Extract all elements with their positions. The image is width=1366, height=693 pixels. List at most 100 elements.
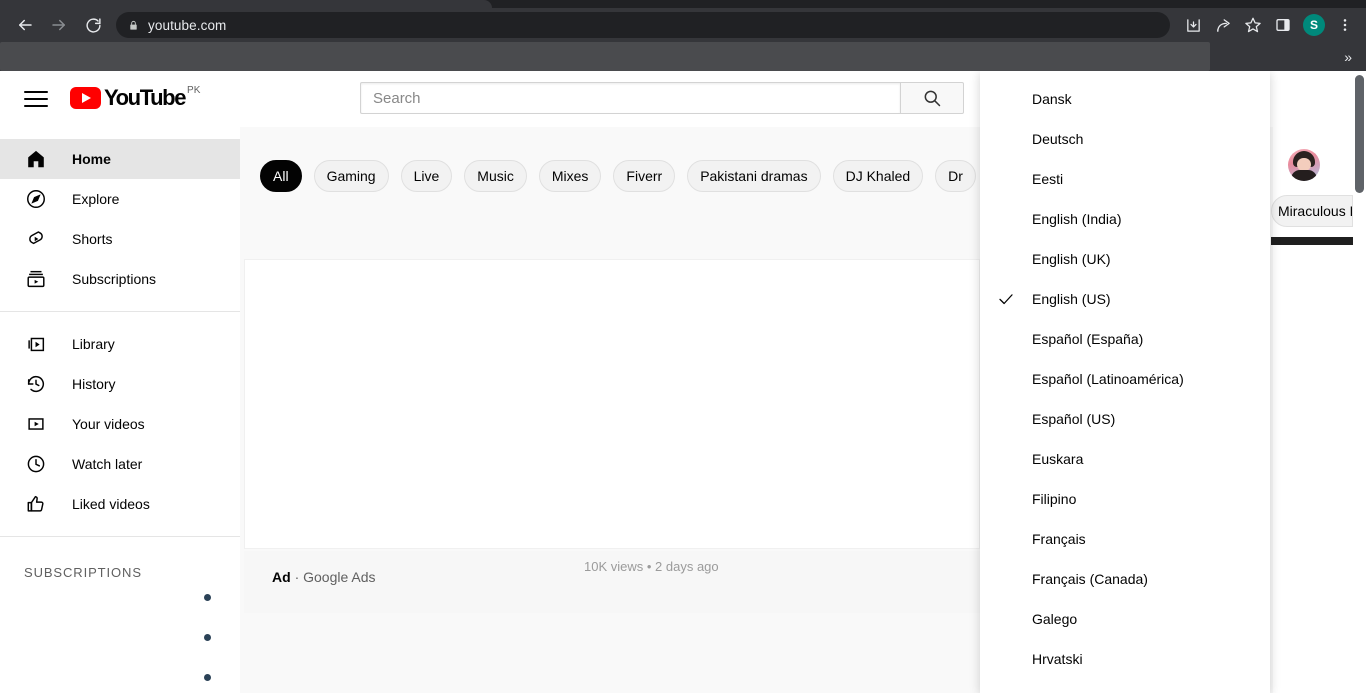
language-option-deutsch[interactable]: Deutsch [980, 119, 1270, 159]
language-option-label: Français (Canada) [1032, 571, 1148, 587]
sidebar-item-label: Explore [72, 191, 120, 207]
bookmark-star-icon[interactable] [1238, 10, 1268, 40]
chip-all[interactable]: All [260, 160, 302, 192]
chip-dr[interactable]: Dr [935, 160, 976, 192]
avatar[interactable] [1288, 149, 1320, 181]
compass-icon [24, 187, 48, 211]
language-option-eesti[interactable]: Eesti [980, 159, 1270, 199]
right-rail: Miraculous L [1271, 127, 1353, 693]
language-option-francais-canada[interactable]: Français (Canada) [980, 559, 1270, 599]
language-option-espanol-espana[interactable]: Español (España) [980, 319, 1270, 359]
chip-live[interactable]: Live [400, 160, 453, 192]
rail-thumbnail-strip [1271, 237, 1353, 245]
language-option-label: English (US) [1032, 291, 1111, 307]
sidebar-item-liked-videos[interactable]: Liked videos [0, 484, 240, 524]
language-option-label: Español (US) [1032, 411, 1116, 427]
youtube-play-icon [70, 87, 101, 109]
chip-mixes[interactable]: Mixes [538, 160, 602, 192]
your-videos-icon [24, 412, 48, 436]
share-icon[interactable] [1208, 10, 1238, 40]
language-option-label: Español (Latinoamérica) [1032, 371, 1184, 387]
page-scrollbar-thumb[interactable] [1355, 75, 1364, 193]
language-option-english-india[interactable]: English (India) [980, 199, 1270, 239]
language-option-francais[interactable]: Français [980, 519, 1270, 559]
hamburger-menu-icon[interactable] [22, 87, 50, 111]
ad-advertiser-name: Google Ads [303, 569, 376, 585]
chip-fiverr[interactable]: Fiverr [613, 160, 676, 192]
language-option-label: English (India) [1032, 211, 1122, 227]
language-option-english-uk[interactable]: English (UK) [980, 239, 1270, 279]
lock-icon [128, 19, 139, 32]
sidebar-item-home[interactable]: Home [0, 139, 240, 179]
three-dot-menu-icon[interactable] [1330, 10, 1360, 40]
language-option-hrvatski[interactable]: Hrvatski [980, 639, 1270, 679]
language-option-english-us[interactable]: English (US) [980, 279, 1270, 319]
address-bar-url: youtube.com [148, 17, 227, 33]
language-option-label: Français [1032, 531, 1086, 547]
sidebar-subscriptions-heading: Subscriptions [24, 565, 142, 580]
avatar-body [1291, 170, 1317, 181]
sidebar-item-label: Shorts [72, 231, 113, 247]
sidebar-item-library[interactable]: Library [0, 324, 240, 364]
sidebar-item-watch-later[interactable]: Watch later [0, 444, 240, 484]
side-panel-icon[interactable] [1268, 10, 1298, 40]
address-bar[interactable]: youtube.com [116, 12, 1170, 38]
bookmarks-overflow-button[interactable]: » [1344, 42, 1352, 71]
sidebar-item-shorts[interactable]: Shorts [0, 219, 240, 259]
reload-button[interactable] [76, 8, 110, 42]
clock-icon [24, 452, 48, 476]
check-icon [996, 289, 1016, 309]
language-option-label: English (UK) [1032, 251, 1111, 267]
sidebar-item-label: Subscriptions [72, 271, 157, 287]
chip-dj-khaled[interactable]: DJ Khaled [832, 160, 924, 192]
chip-music[interactable]: Music [464, 160, 527, 192]
language-option-label: Hrvatski [1032, 651, 1083, 667]
language-option-label: Deutsch [1032, 131, 1084, 147]
forward-button[interactable] [42, 8, 76, 42]
browser-profile-avatar[interactable]: S [1303, 14, 1325, 36]
language-option-galego[interactable]: Galego [980, 599, 1270, 639]
search-button[interactable] [900, 82, 964, 114]
sidebar-item-history[interactable]: History [0, 364, 240, 404]
chip-gaming[interactable]: Gaming [313, 160, 389, 192]
downloads-icon[interactable] [1178, 10, 1208, 40]
page-scrollbar[interactable] [1353, 71, 1366, 693]
language-option-label: Dansk [1032, 91, 1072, 107]
language-list-fade [980, 679, 1270, 693]
page-viewport: YouTube PK Search Home Explore Shorts Su… [0, 71, 1366, 693]
youtube-logo-word: YouTube [104, 85, 186, 110]
language-option-espanol-us[interactable]: Español (US) [980, 399, 1270, 439]
ad-separator: · [294, 569, 300, 585]
chip-miraculous[interactable]: Miraculous L [1271, 195, 1353, 227]
search-bar: Search [360, 82, 964, 114]
sidebar-item-label: Watch later [72, 456, 143, 472]
subscription-unread-dots [0, 584, 240, 693]
sidebar-item-your-videos[interactable]: Your videos [0, 404, 240, 444]
language-option-label: Euskara [1032, 451, 1084, 467]
chip-pakistani-dramas[interactable]: Pakistani dramas [687, 160, 821, 192]
language-option-espanol-latinoamerica[interactable]: Español (Latinoamérica) [980, 359, 1270, 399]
search-input[interactable]: Search [360, 82, 900, 114]
language-option-dansk[interactable]: Dansk [980, 79, 1270, 119]
toolbar-actions: S [1178, 10, 1366, 40]
sidebar-divider-1 [0, 311, 240, 312]
tab-strip [0, 0, 1366, 8]
sidebar-item-label: History [72, 376, 116, 392]
language-option-euskara[interactable]: Euskara [980, 439, 1270, 479]
ad-thumbnail[interactable] [244, 259, 980, 549]
sidebar-item-explore[interactable]: Explore [0, 179, 240, 219]
back-button[interactable] [8, 8, 42, 42]
ad-metadata-row: Ad · Google Ads 10K views • 2 days ago [244, 551, 980, 613]
browser-tab-active[interactable] [0, 0, 492, 8]
sidebar-item-label: Library [72, 336, 115, 352]
language-option-label: Galego [1032, 611, 1078, 627]
sidebar-item-label: Liked videos [72, 496, 150, 512]
sidebar-item-label: Your videos [72, 416, 145, 432]
youtube-logo[interactable]: YouTube PK [70, 85, 200, 111]
ad-badge: Ad [272, 569, 291, 585]
sidebar-item-subscriptions[interactable]: Subscriptions [0, 259, 240, 299]
language-option-filipino[interactable]: Filipino [980, 479, 1270, 519]
bookmarks-bar-area[interactable] [0, 42, 1210, 71]
history-icon [24, 372, 48, 396]
language-option-label: Filipino [1032, 491, 1077, 507]
